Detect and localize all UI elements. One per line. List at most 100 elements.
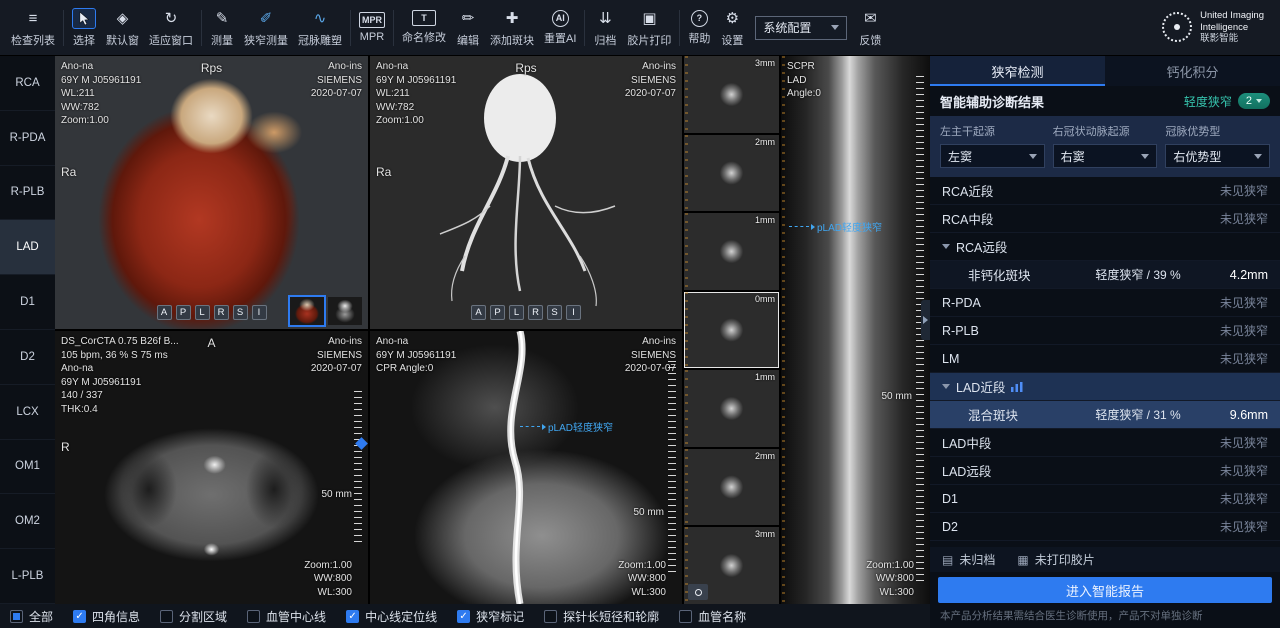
sidebar-item-om2[interactable]: OM2 — [0, 494, 55, 549]
tool-stenosis-measure[interactable]: ✐ 狭窄测量 — [239, 5, 293, 51]
tool-help[interactable]: ? 帮助 — [683, 7, 715, 49]
scpr-viewport[interactable]: SCPR LAD Angle:0 pLAD轻度狭窄 50 mm Zoom:1.0… — [781, 56, 930, 604]
checkbox-unchecked[interactable] — [544, 610, 557, 623]
option-centerline[interactable]: 血管中心线 — [247, 608, 326, 625]
plaque-row-selected[interactable]: 混合斑块 轻度狭窄 / 31 % 9.6mm — [930, 401, 1280, 429]
tool-default-window[interactable]: ◈ 默认窗 — [101, 5, 144, 51]
segment-group-row-selected[interactable]: LAD近段 — [930, 373, 1280, 401]
sidebar-item-l-plb[interactable]: L-PLB — [0, 549, 55, 604]
cross-section-strip: 3mm 2mm 1mm 0mm 1mm 2mm — [684, 56, 779, 604]
option-corner-info[interactable]: 四角信息 — [73, 608, 140, 625]
tab-stenosis-detection[interactable]: 狭窄检测 — [930, 56, 1105, 86]
plaque-row[interactable]: 非钙化斑块 轻度狭窄 / 39 % 4.2mm — [930, 261, 1280, 289]
segment-row[interactable]: LAD中段 未见狭窄 — [930, 429, 1280, 457]
option-vessel-name[interactable]: 血管名称 — [679, 608, 746, 625]
sidebar-item-r-pda[interactable]: R-PDA — [0, 111, 55, 166]
checkbox-indeterminate[interactable] — [10, 610, 23, 623]
option-centerline-locator[interactable]: 中心线定位线 — [346, 608, 437, 625]
lm-origin-dropdown[interactable]: 左窦 — [940, 144, 1045, 168]
orient-p-button[interactable]: P — [490, 305, 505, 320]
cross-section-cell[interactable]: 1mm — [684, 213, 779, 290]
cross-section-cell[interactable]: 3mm — [684, 56, 779, 133]
tick-marks — [685, 449, 688, 526]
tool-add-plaque[interactable]: ✚ 添加斑块 — [485, 5, 539, 51]
sidebar-item-d1[interactable]: D1 — [0, 275, 55, 330]
tool-edit[interactable]: ✏ 编辑 — [451, 5, 485, 51]
segment-row[interactable]: D2 未见狭窄 — [930, 513, 1280, 541]
sidebar-item-d2[interactable]: D2 — [0, 330, 55, 385]
enter-report-button[interactable]: 进入智能报告 — [938, 577, 1272, 603]
sidebar-item-r-plb[interactable]: R-PLB — [0, 166, 55, 221]
vr-preset-thumbnail[interactable] — [328, 297, 362, 325]
sidebar-item-om1[interactable]: OM1 — [0, 440, 55, 495]
tool-exam-list[interactable]: ≡ 检查列表 — [6, 5, 60, 51]
axial-viewport[interactable]: DS_CorCTA 0.75 B26f B... 105 bpm, 36 % S… — [55, 331, 368, 604]
checkbox-checked[interactable] — [457, 610, 470, 623]
tool-feedback[interactable]: ✉ 反馈 — [853, 5, 887, 51]
sidebar-item-lcx[interactable]: LCX — [0, 385, 55, 440]
dominance-dropdown[interactable]: 右优势型 — [1165, 144, 1270, 168]
system-config-dropdown[interactable]: 系统配置 — [755, 16, 847, 40]
severity-summary: 轻度狭窄 2 — [1184, 93, 1270, 110]
segment-row[interactable]: D1 未见狭窄 — [930, 485, 1280, 513]
tool-fit-window[interactable]: ↻ 适应窗口 — [144, 5, 198, 51]
snapshot-camera-button[interactable] — [688, 584, 708, 600]
cross-section-cell[interactable]: 2mm — [684, 135, 779, 212]
tool-film-print[interactable]: ▣ 胶片打印 — [622, 5, 676, 51]
option-segmentation[interactable]: 分割区域 — [160, 608, 227, 625]
tab-calcium-score[interactable]: 钙化积分 — [1105, 56, 1280, 86]
orient-s-button[interactable]: S — [233, 305, 248, 320]
checkbox-unchecked[interactable] — [160, 610, 173, 623]
checkbox-checked[interactable] — [73, 610, 86, 623]
tool-reset-ai[interactable]: AI 重置AI — [539, 7, 581, 49]
checkbox-checked[interactable] — [346, 610, 359, 623]
tool-measure[interactable]: ✎ 测量 — [205, 5, 239, 51]
option-stenosis-marker[interactable]: 狭窄标记 — [457, 608, 524, 625]
orient-a-button[interactable]: A — [157, 305, 172, 320]
orient-a-button[interactable]: A — [471, 305, 486, 320]
cpr-viewport[interactable]: Ano-na 69Y M J05961191 CPR Angle:0 Ano-i… — [370, 331, 682, 604]
orient-l-button[interactable]: L — [509, 305, 524, 320]
mip-viewport[interactable]: Ano-na 69Y M J05961191 WL:211 WW:782 Zoo… — [370, 56, 682, 329]
cross-section-cell-active[interactable]: 0mm — [684, 292, 779, 369]
window-width: WW:800 — [618, 572, 666, 586]
tool-mpr[interactable]: MPR MPR — [354, 9, 390, 46]
tool-vessel-sculpt[interactable]: ∿ 冠脉雕塑 — [293, 5, 347, 51]
orient-s-button[interactable]: S — [547, 305, 562, 320]
segment-row[interactable]: LAD远段 未见狭窄 — [930, 457, 1280, 485]
panel-collapse-handle[interactable] — [921, 300, 930, 340]
vr-preset-thumbnail-selected[interactable] — [290, 297, 324, 325]
film-icon: ▦ — [1017, 553, 1028, 567]
segment-row[interactable]: LM 未见狭窄 — [930, 345, 1280, 373]
orient-i-button[interactable]: I — [566, 305, 581, 320]
tool-settings[interactable]: ⚙ 设置 — [715, 5, 749, 51]
checkbox-unchecked[interactable] — [679, 610, 692, 623]
orient-l-button[interactable]: L — [195, 305, 210, 320]
checkbox-unchecked[interactable] — [247, 610, 260, 623]
tool-rename[interactable]: T 命名修改 — [397, 7, 451, 48]
tool-archive[interactable]: ⇊ 归档 — [588, 5, 622, 51]
cross-section-cell[interactable]: 2mm — [684, 449, 779, 526]
tool-label: 反馈 — [859, 32, 881, 48]
stenosis-annotation[interactable]: pLAD轻度狭窄 — [789, 219, 882, 234]
lesion-count-dropdown[interactable]: 2 — [1238, 93, 1270, 109]
vr-viewport[interactable]: Ano-na 69Y M J05961191 WL:211 WW:782 Zoo… — [55, 56, 368, 329]
segment-row[interactable]: R-PDA 未见狭窄 — [930, 289, 1280, 317]
orient-i-button[interactable]: I — [252, 305, 267, 320]
segment-row[interactable]: R-PLB 未见狭窄 — [930, 317, 1280, 345]
rca-origin-dropdown[interactable]: 右窦 — [1053, 144, 1158, 168]
sidebar-item-rca[interactable]: RCA — [0, 56, 55, 111]
rca-origin-value: 右窦 — [1061, 148, 1085, 165]
option-all[interactable]: 全部 — [10, 608, 53, 625]
segment-row[interactable]: RCA中段 未见狭窄 — [930, 205, 1280, 233]
tool-select[interactable]: 选择 — [67, 5, 101, 51]
cross-section-cell[interactable]: 1mm — [684, 370, 779, 447]
segment-group-row[interactable]: RCA远段 — [930, 233, 1280, 261]
segment-row[interactable]: RCA近段 未见狭窄 — [930, 177, 1280, 205]
orient-p-button[interactable]: P — [176, 305, 191, 320]
sidebar-item-lad[interactable]: LAD — [0, 220, 55, 275]
stenosis-annotation[interactable]: pLAD轻度狭窄 — [520, 419, 613, 434]
orient-r-button[interactable]: R — [528, 305, 543, 320]
orient-r-button[interactable]: R — [214, 305, 229, 320]
option-probe-diameter[interactable]: 探针长短径和轮廓 — [544, 608, 659, 625]
